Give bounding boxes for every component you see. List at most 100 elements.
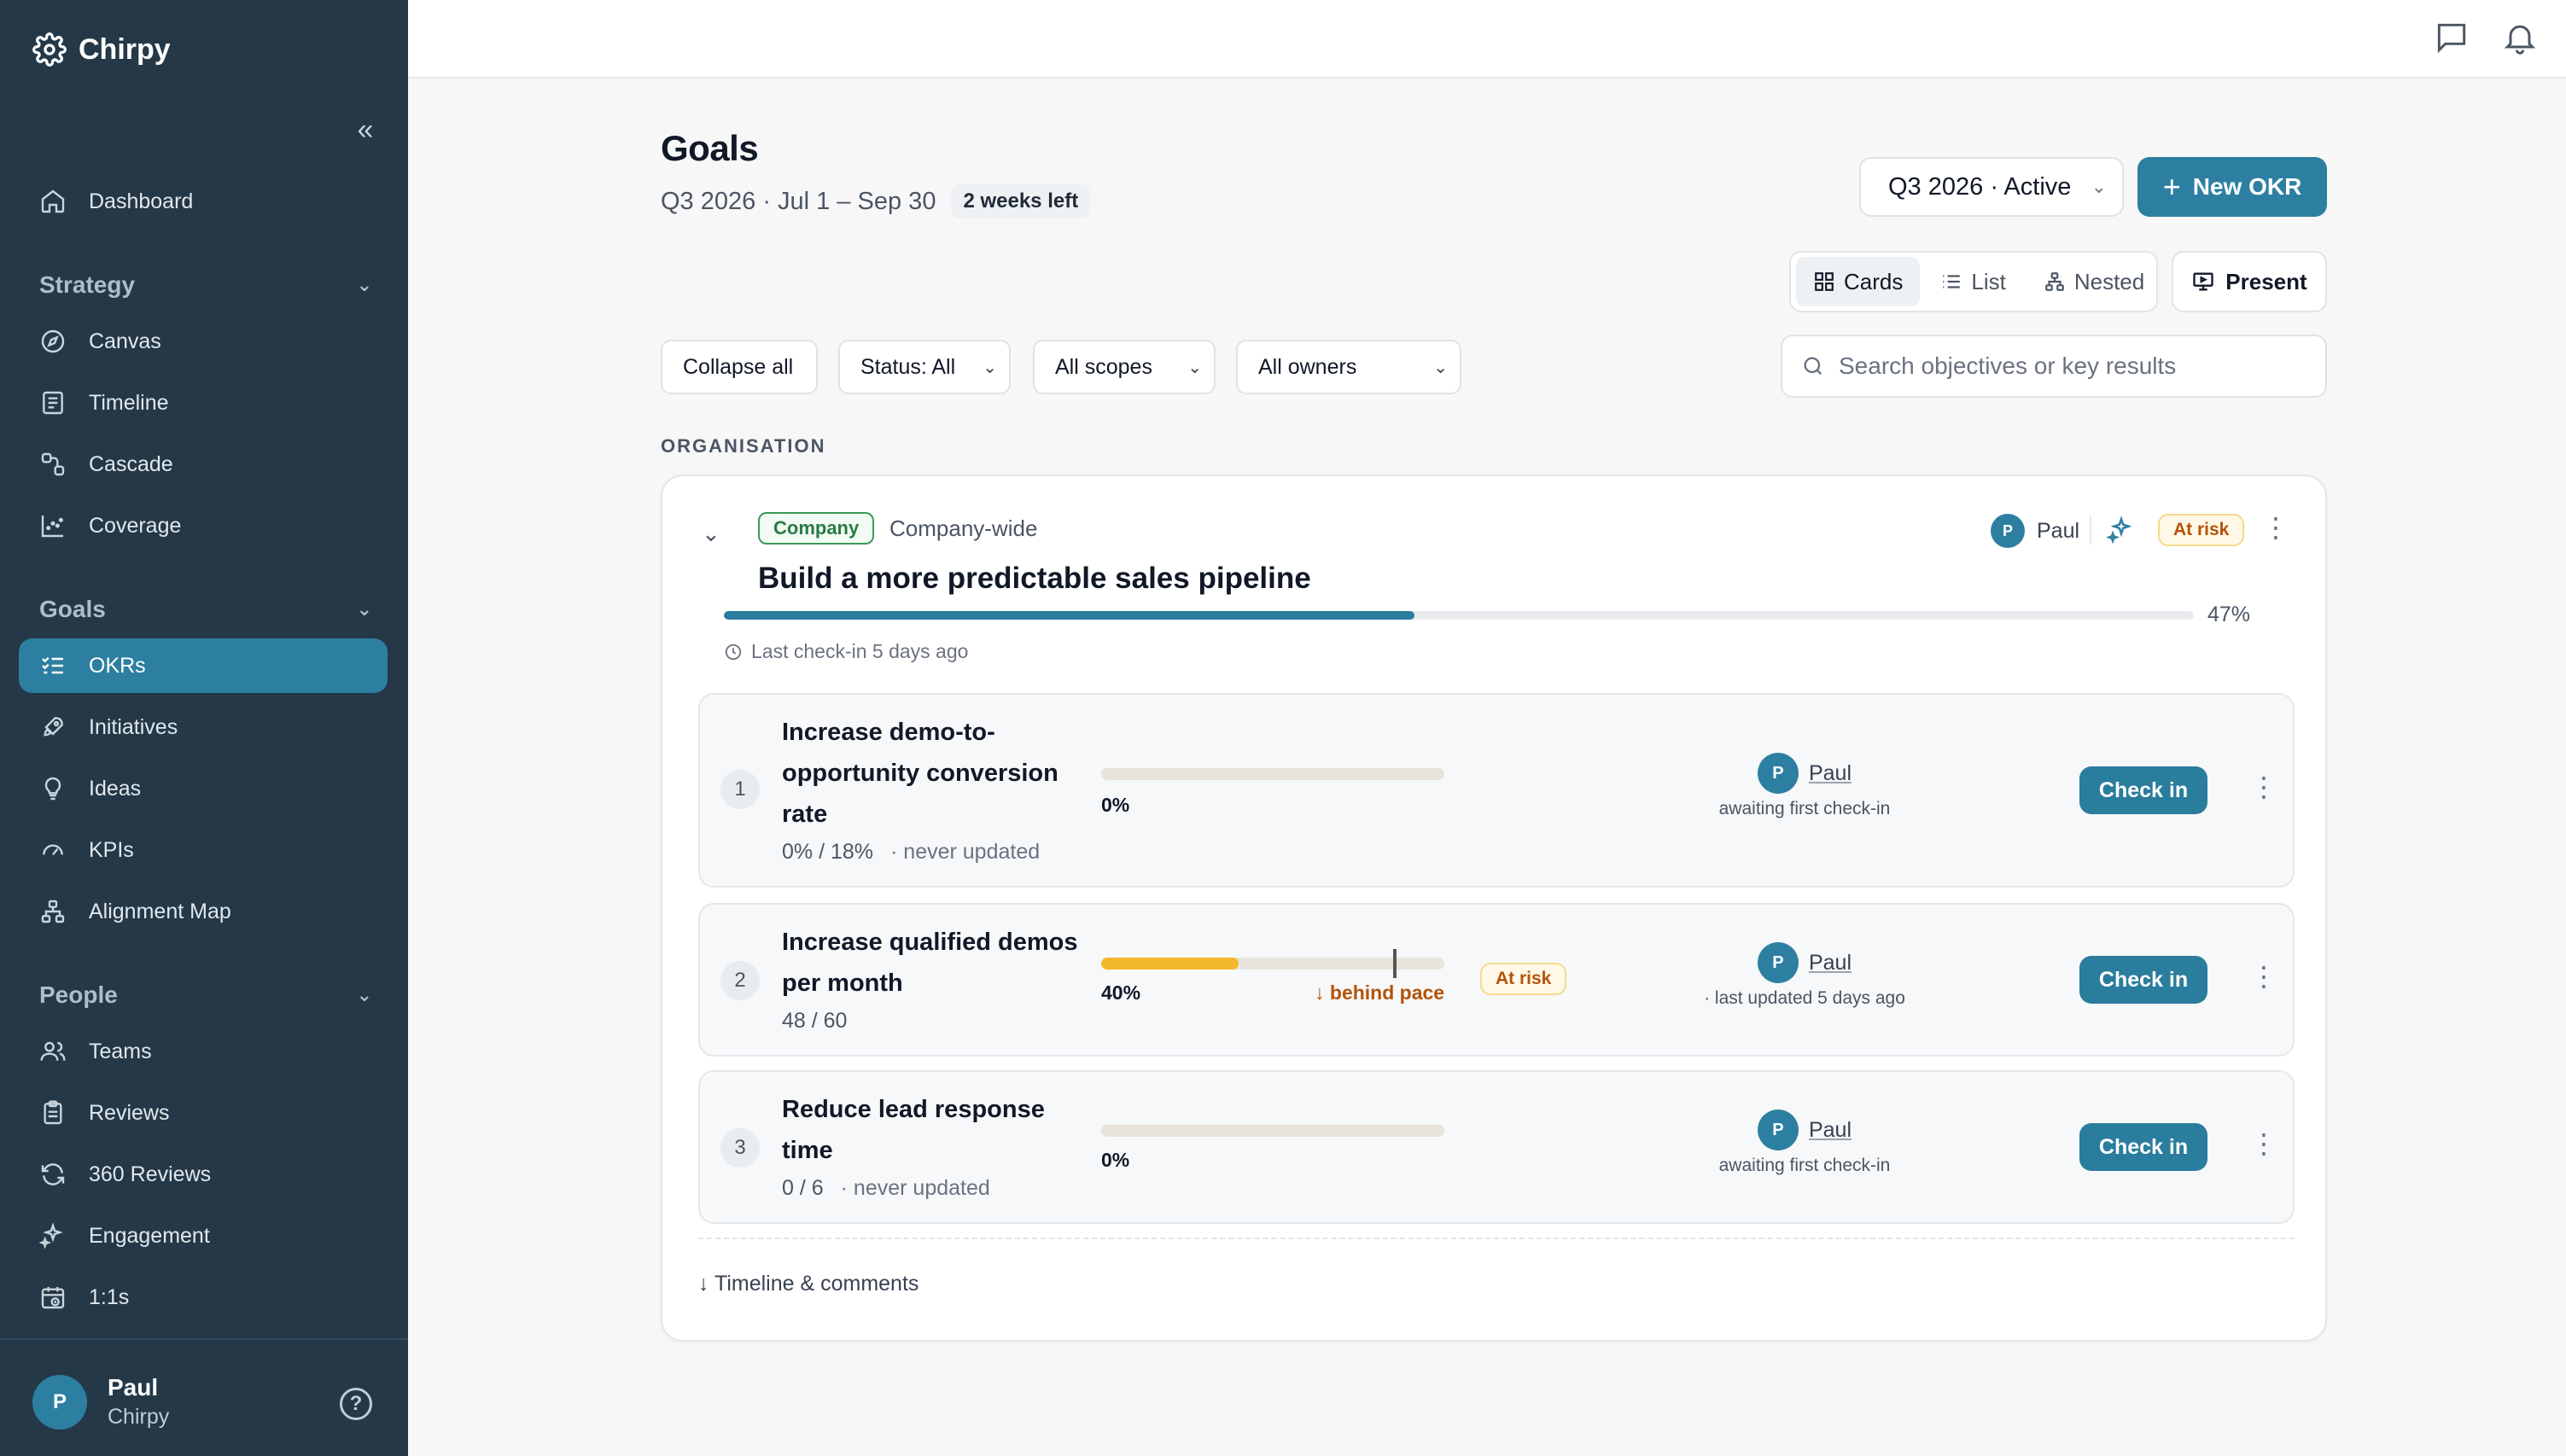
key-result-row: 1 Increase demo-to-opportunity conversio… xyxy=(698,693,2295,888)
search-box xyxy=(1781,335,2327,398)
section-title: Strategy xyxy=(39,271,136,298)
more-options-icon[interactable]: ⋮ xyxy=(2250,963,2277,990)
view-list[interactable]: List xyxy=(1923,257,2022,306)
sparkles-icon[interactable] xyxy=(2107,515,2136,545)
lightbulb-icon xyxy=(44,777,61,801)
sidebar-item-cascade[interactable]: Cascade xyxy=(19,437,388,492)
view-label: Nested xyxy=(2073,268,2145,294)
chat-icon[interactable] xyxy=(2433,19,2470,56)
avatar: P xyxy=(1757,753,1799,794)
check-in-button[interactable]: Check in xyxy=(2079,1123,2207,1171)
sidebar-item-label: Engagement xyxy=(89,1223,210,1248)
chart-icon xyxy=(41,515,63,538)
page-title: Goals xyxy=(661,128,759,168)
sidebar-item-teams[interactable]: Teams xyxy=(19,1024,388,1079)
kr-meta: 48 / 60 xyxy=(782,1009,847,1034)
hierarchy-icon xyxy=(2044,272,2064,291)
brand[interactable]: Chirpy xyxy=(32,32,171,67)
present-button[interactable]: Present xyxy=(2172,251,2327,312)
objective-owner[interactable]: P Paul xyxy=(1991,514,2079,548)
sidebar-item-ideas[interactable]: Ideas xyxy=(19,761,388,816)
kr-owner[interactable]: P Paul awaiting first check-in xyxy=(1677,753,1933,819)
sparkles-icon xyxy=(39,1222,63,1249)
kr-title[interactable]: Increase demo-to-opportunity conversion … xyxy=(782,712,1081,835)
objective-progress-fill xyxy=(724,611,1415,620)
owner-filter[interactable]: All owners ⌄ xyxy=(1236,340,1461,394)
quarter-select[interactable]: Q3 2026 · Active ⌄ xyxy=(1859,157,2124,217)
status-filter[interactable]: Status: All ⌄ xyxy=(838,340,1011,394)
time-left-badge: 2 weeks left xyxy=(951,184,1091,218)
search-input[interactable] xyxy=(1839,352,2317,380)
bell-icon[interactable] xyxy=(2501,19,2539,56)
timeline-comments-link[interactable]: ↓ Timeline & comments xyxy=(698,1272,919,1296)
filter-label: Status: All xyxy=(860,354,956,379)
view-nested[interactable]: Nested xyxy=(2027,257,2161,306)
owner-name: Paul xyxy=(1808,760,1852,785)
hierarchy-icon xyxy=(41,900,65,923)
view-cards[interactable]: Cards xyxy=(1796,257,1921,306)
divider xyxy=(0,1338,408,1340)
sidebar-item-alignment-map[interactable]: Alignment Map xyxy=(19,884,388,939)
sidebar-item-dashboard[interactable]: Dashboard xyxy=(19,174,388,229)
status-badge: At risk xyxy=(1480,963,1567,995)
help-icon[interactable]: ? xyxy=(340,1388,372,1420)
sidebar-item-kpis[interactable]: KPIs xyxy=(19,823,388,877)
chevron-down-icon: ⌄ xyxy=(2091,176,2107,197)
chevron-down-icon[interactable]: ⌄ xyxy=(702,521,720,547)
main-content: Goals Q3 2026 · Jul 1 – Sep 30 2 weeks l… xyxy=(408,79,2566,1456)
status-badge: At risk xyxy=(2158,514,2245,546)
kr-progress-label: 40% xyxy=(1101,981,1141,1004)
kr-owner[interactable]: P Paul · last updated 5 days ago xyxy=(1677,942,1933,1009)
chevron-down-icon: ⌄ xyxy=(1187,358,1202,377)
collapse-sidebar-icon[interactable]: « xyxy=(348,113,382,147)
objective-card: ⌄ Company Company-wide Build a more pred… xyxy=(661,475,2327,1342)
clock-icon xyxy=(725,644,742,660)
sidebar-item-label: KPIs xyxy=(89,837,134,862)
top-bar xyxy=(408,0,2566,79)
kr-progress-label: 0% xyxy=(1101,794,1130,816)
behind-pace-label: ↓ behind pace xyxy=(1315,981,1445,1004)
sidebar-item-label: Cascade xyxy=(89,451,173,476)
rocket-icon xyxy=(44,717,63,737)
sidebar-item-engagement[interactable]: Engagement xyxy=(19,1208,388,1263)
page-subtitle: Q3 2026 · Jul 1 – Sep 30 2 weeks left xyxy=(661,184,1091,218)
sidebar-item-label: OKRs xyxy=(89,653,146,678)
sidebar-item-label: Ideas xyxy=(89,776,142,801)
objective-progress-label: 47% xyxy=(2207,603,2251,626)
owner-status: awaiting first check-in xyxy=(1718,1156,1891,1175)
sidebar-item-1on1s[interactable]: 1:1s xyxy=(19,1270,388,1325)
button-label: Collapse all xyxy=(683,354,794,379)
more-options-icon[interactable]: ⋮ xyxy=(2250,773,2277,801)
sidebar-item-360-reviews[interactable]: 360 Reviews xyxy=(19,1147,388,1202)
sidebar-section-people[interactable]: People ⌄ xyxy=(39,981,372,1009)
collapse-all-button[interactable]: Collapse all xyxy=(661,340,818,394)
objective-title[interactable]: Build a more predictable sales pipeline xyxy=(758,562,1311,596)
brand-name: Chirpy xyxy=(79,32,171,66)
section-title: People xyxy=(39,981,118,1008)
owner-name: Paul xyxy=(1808,950,1852,975)
sidebar-item-canvas[interactable]: Canvas xyxy=(19,314,388,369)
more-options-icon[interactable]: ⋮ xyxy=(2262,514,2289,541)
kr-updated: · never updated xyxy=(890,840,1041,864)
scope-filter[interactable]: All scopes ⌄ xyxy=(1033,340,1216,394)
kr-owner[interactable]: P Paul awaiting first check-in xyxy=(1677,1109,1933,1176)
new-okr-button[interactable]: + New OKR xyxy=(2137,157,2327,217)
sidebar-item-initiatives[interactable]: Initiatives xyxy=(19,700,388,754)
kr-title[interactable]: Increase qualified demos per month xyxy=(782,922,1081,1004)
sidebar-item-okrs[interactable]: OKRs xyxy=(19,638,388,693)
last-checkin-text: Last check-in 5 days ago xyxy=(751,640,969,662)
more-options-icon[interactable]: ⋮ xyxy=(2250,1130,2277,1157)
sidebar-item-timeline[interactable]: Timeline xyxy=(19,376,388,430)
kr-progress-bar xyxy=(1101,1125,1444,1137)
sidebar-item-reviews[interactable]: Reviews xyxy=(19,1086,388,1140)
check-in-button[interactable]: Check in xyxy=(2079,956,2207,1004)
sidebar-section-strategy[interactable]: Strategy ⌄ xyxy=(39,271,372,299)
sidebar-section-goals[interactable]: Goals ⌄ xyxy=(39,596,372,623)
kr-title[interactable]: Reduce lead response time xyxy=(782,1089,1081,1171)
check-in-button[interactable]: Check in xyxy=(2079,766,2207,814)
users-icon xyxy=(40,1041,66,1061)
sidebar-item-coverage[interactable]: Coverage xyxy=(19,498,388,553)
user-profile[interactable]: P Paul Chirpy xyxy=(32,1374,169,1430)
owner-status: awaiting first check-in xyxy=(1718,799,1891,818)
view-label: Cards xyxy=(1844,268,1904,294)
